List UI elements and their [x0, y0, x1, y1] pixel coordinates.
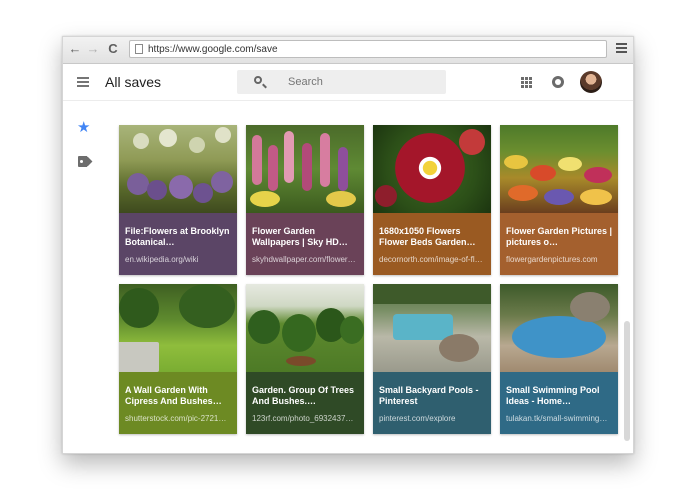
saved-card[interactable]: A Wall Garden With Cipress And Bushes… s…: [119, 284, 237, 434]
search-placeholder: Search: [288, 76, 323, 88]
card-source: tulakan.tk/small-swimming…: [506, 414, 608, 423]
page-icon: [135, 44, 143, 54]
avatar[interactable]: [580, 71, 602, 93]
card-title: File:Flowers at Brooklyn Botanical…: [125, 226, 230, 247]
card-caption: Small Swimming Pool Ideas - Home… tulaka…: [500, 372, 618, 434]
card-title: Small Backyard Pools - Pinterest: [379, 385, 479, 406]
card-title: A Wall Garden With Cipress And Bushes…: [125, 385, 222, 406]
card-image-trees-bushes: [246, 284, 364, 372]
card-image-swimming-pool: [500, 284, 618, 372]
card-caption: Flower Garden Wallpapers | Sky HD… skyhd…: [246, 213, 364, 275]
card-source: skyhdwallpaper.com/flower…: [252, 255, 356, 264]
browser-window: ← → C https://www.google.com/save All sa…: [62, 36, 634, 454]
address-bar[interactable]: https://www.google.com/save: [129, 40, 607, 58]
card-image-flowerbed: [500, 125, 618, 213]
tag-icon[interactable]: [78, 156, 93, 167]
back-button[interactable]: ←: [67, 40, 83, 58]
card-source: decornorth.com/image-of-fl…: [379, 255, 483, 264]
search-icon: [254, 76, 262, 84]
card-title: Garden. Group Of Trees And Bushes.…: [252, 385, 355, 406]
page-title: All saves: [105, 74, 162, 90]
saved-card[interactable]: Small Swimming Pool Ideas - Home… tulaka…: [500, 284, 618, 434]
card-caption: Flower Garden Pictures | pictures o… flo…: [500, 213, 618, 275]
saved-card[interactable]: Small Backyard Pools - Pinterest pintere…: [373, 284, 491, 434]
back-icon: ←: [68, 41, 82, 56]
card-source: en.wikipedia.org/wiki: [125, 255, 199, 264]
browser-menu-button[interactable]: [616, 43, 627, 55]
search-input[interactable]: Search: [237, 70, 446, 94]
card-source: pinterest.com/explore: [379, 414, 456, 423]
card-source: shutterstock.com/pic-2721…: [125, 414, 227, 423]
card-image-wall-garden: [119, 284, 237, 372]
card-image-backyard-pool: [373, 284, 491, 372]
card-caption: A Wall Garden With Cipress And Bushes… s…: [119, 372, 237, 434]
url-text: https://www.google.com/save: [148, 44, 278, 55]
notifications-icon[interactable]: [552, 76, 564, 88]
card-source: flowergardenpictures.com: [506, 255, 598, 264]
saved-card[interactable]: File:Flowers at Brooklyn Botanical… en.w…: [119, 125, 237, 275]
app-header: All saves Search: [63, 64, 633, 101]
card-title: Small Swimming Pool Ideas - Home…: [506, 385, 600, 406]
card-caption: Small Backyard Pools - Pinterest pintere…: [373, 372, 491, 434]
card-caption: 1680x1050 Flowers Flower Beds Garden… de…: [373, 213, 491, 275]
card-image-dahlia: [373, 125, 491, 213]
saved-card[interactable]: Garden. Group Of Trees And Bushes.… 123r…: [246, 284, 364, 434]
card-image-lupins: [246, 125, 364, 213]
hamburger-menu-icon[interactable]: [77, 77, 89, 87]
scrollbar[interactable]: [623, 101, 631, 451]
card-caption: Garden. Group Of Trees And Bushes.… 123r…: [246, 372, 364, 434]
reload-icon: C: [108, 41, 118, 56]
apps-grid-icon[interactable]: [521, 77, 532, 88]
saved-card[interactable]: 1680x1050 Flowers Flower Beds Garden… de…: [373, 125, 491, 275]
card-source: 123rf.com/photo_6932437…: [252, 414, 354, 423]
browser-toolbar: ← → C https://www.google.com/save: [63, 37, 633, 64]
forward-icon: →: [86, 41, 100, 56]
forward-button[interactable]: →: [85, 40, 101, 58]
saved-card[interactable]: Flower Garden Pictures | pictures o… flo…: [500, 125, 618, 275]
card-image-allium: [119, 125, 237, 213]
card-title: Flower Garden Pictures | pictures o…: [506, 226, 613, 247]
reload-button[interactable]: C: [105, 40, 121, 58]
saved-card[interactable]: Flower Garden Wallpapers | Sky HD… skyhd…: [246, 125, 364, 275]
card-title: 1680x1050 Flowers Flower Beds Garden…: [379, 226, 476, 247]
scrollbar-thumb[interactable]: [624, 321, 630, 441]
card-caption: File:Flowers at Brooklyn Botanical… en.w…: [119, 213, 237, 275]
card-title: Flower Garden Wallpapers | Sky HD…: [252, 226, 348, 247]
star-icon[interactable]: ★: [77, 120, 90, 135]
